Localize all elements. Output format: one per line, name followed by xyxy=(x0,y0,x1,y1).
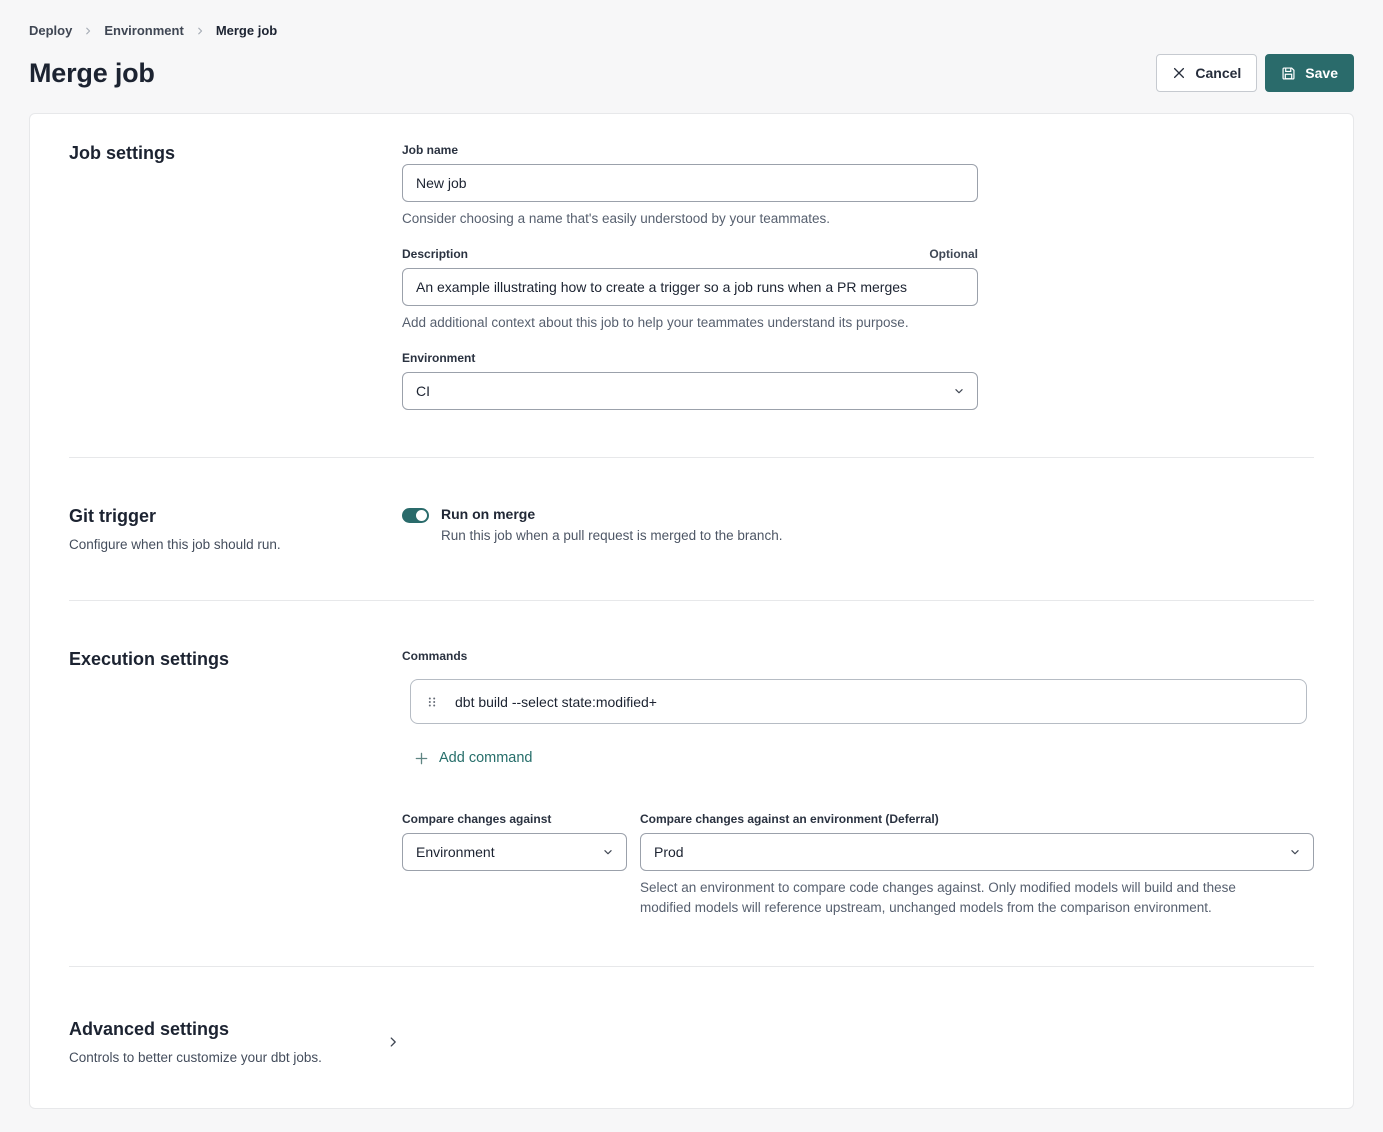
job-name-field-group: Job name Consider choosing a name that's… xyxy=(402,143,1314,226)
git-trigger-heading: Git trigger xyxy=(69,506,402,527)
git-trigger-subheading: Configure when this job should run. xyxy=(69,537,402,552)
description-label: Description xyxy=(402,247,468,261)
deferral-label: Compare changes against an environment (… xyxy=(640,812,1314,826)
page-title: Merge job xyxy=(29,58,155,89)
advanced-settings-subheading: Controls to better customize your dbt jo… xyxy=(69,1050,322,1065)
description-field-group: Description Optional Add additional cont… xyxy=(402,247,1314,330)
compare-against-select-value: Environment xyxy=(416,844,495,860)
chevron-down-icon xyxy=(1288,845,1302,859)
run-on-merge-toggle[interactable] xyxy=(402,508,429,523)
optional-badge: Optional xyxy=(929,247,978,261)
commands-label: Commands xyxy=(402,649,1314,663)
chevron-right-icon xyxy=(83,26,93,36)
page: Deploy Environment Merge job Merge job C… xyxy=(0,0,1383,1109)
section-job-settings-left: Job settings xyxy=(69,143,402,410)
deferral-select-value: Prod xyxy=(654,844,684,860)
run-on-merge-description: Run this job when a pull request is merg… xyxy=(441,528,782,543)
close-icon xyxy=(1172,66,1186,80)
breadcrumb: Deploy Environment Merge job xyxy=(29,0,1354,38)
run-on-merge-label: Run on merge xyxy=(441,506,782,522)
run-on-merge-text: Run on merge Run this job when a pull re… xyxy=(441,506,782,543)
chevron-down-icon xyxy=(952,384,966,398)
section-execution-settings-content: Commands dbt build --select state:modifi… xyxy=(402,649,1314,918)
chevron-down-icon xyxy=(601,845,615,859)
compare-against-group: Compare changes against Environment xyxy=(402,812,627,919)
header-actions: Cancel Save xyxy=(1156,54,1354,92)
execution-settings-heading: Execution settings xyxy=(69,649,402,670)
deferral-group: Compare changes against an environment (… xyxy=(640,812,1314,919)
section-advanced-settings[interactable]: Advanced settings Controls to better cus… xyxy=(69,967,1314,1108)
add-command-label: Add command xyxy=(439,750,533,766)
breadcrumb-deploy[interactable]: Deploy xyxy=(29,23,72,38)
cancel-button[interactable]: Cancel xyxy=(1156,54,1257,92)
cancel-button-label: Cancel xyxy=(1195,65,1241,81)
section-git-trigger-left: Git trigger Configure when this job shou… xyxy=(69,506,402,552)
deferral-select[interactable]: Prod xyxy=(640,833,1314,871)
description-helper: Add additional context about this job to… xyxy=(402,315,1314,330)
job-name-helper: Consider choosing a name that's easily u… xyxy=(402,211,1314,226)
breadcrumb-merge-job: Merge job xyxy=(216,23,277,38)
job-name-label: Job name xyxy=(402,143,1314,157)
advanced-settings-text: Advanced settings Controls to better cus… xyxy=(69,1019,322,1065)
description-input[interactable] xyxy=(402,268,978,306)
environment-select[interactable]: CI xyxy=(402,372,978,410)
compare-row: Compare changes against Environment Comp… xyxy=(402,812,1314,919)
command-row[interactable]: dbt build --select state:modified+ xyxy=(410,679,1307,724)
job-settings-heading: Job settings xyxy=(69,143,402,164)
plus-icon xyxy=(414,751,429,766)
drag-handle-icon[interactable] xyxy=(425,695,439,709)
section-job-settings-fields: Job name Consider choosing a name that's… xyxy=(402,143,1314,410)
save-button[interactable]: Save xyxy=(1265,54,1354,92)
save-icon xyxy=(1281,66,1296,81)
run-on-merge-row: Run on merge Run this job when a pull re… xyxy=(402,506,1314,543)
environment-field-group: Environment CI xyxy=(402,351,1314,410)
compare-against-label: Compare changes against xyxy=(402,812,627,826)
job-settings-card: Job settings Job name Consider choosing … xyxy=(29,113,1354,1109)
section-git-trigger: Git trigger Configure when this job shou… xyxy=(69,458,1314,600)
compare-against-select[interactable]: Environment xyxy=(402,833,627,871)
breadcrumb-environment[interactable]: Environment xyxy=(104,23,183,38)
section-job-settings: Job settings Job name Consider choosing … xyxy=(69,114,1314,457)
add-command-button[interactable]: Add command xyxy=(414,750,533,766)
deferral-helper: Select an environment to compare code ch… xyxy=(640,878,1290,919)
page-header: Merge job Cancel Save xyxy=(29,54,1354,92)
command-text[interactable]: dbt build --select state:modified+ xyxy=(455,694,657,710)
chevron-right-icon[interactable] xyxy=(386,1035,400,1049)
section-execution-settings: Execution settings Commands dbt build --… xyxy=(69,601,1314,966)
advanced-settings-heading: Advanced settings xyxy=(69,1019,322,1040)
save-button-label: Save xyxy=(1305,65,1338,81)
environment-select-value: CI xyxy=(416,383,430,399)
section-git-trigger-content: Run on merge Run this job when a pull re… xyxy=(402,506,1314,552)
toggle-knob xyxy=(416,510,427,521)
chevron-right-icon xyxy=(195,26,205,36)
job-name-input[interactable] xyxy=(402,164,978,202)
section-execution-settings-left: Execution settings xyxy=(69,649,402,918)
environment-label: Environment xyxy=(402,351,1314,365)
